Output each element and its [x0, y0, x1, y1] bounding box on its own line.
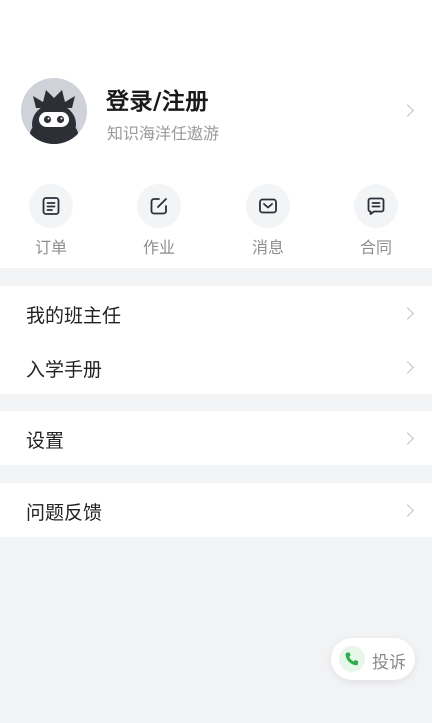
profile-login-entry[interactable]: 登录/注册 知识海洋任遨游	[0, 70, 432, 150]
menu-item-settings[interactable]: 设置	[0, 411, 432, 465]
complaint-button[interactable]: 投诉	[331, 638, 415, 680]
menu-item-label: 设置	[26, 430, 65, 452]
quick-action-messages[interactable]: 消息	[228, 184, 308, 260]
login-register-title[interactable]: 登录/注册	[106, 82, 209, 116]
mail-icon	[246, 184, 290, 228]
quick-action-label: 作业	[142, 238, 175, 257]
menu-item-label: 问题反馈	[26, 502, 103, 524]
chevron-right-icon	[401, 104, 414, 117]
menu-item-label: 我的班主任	[26, 305, 122, 327]
menu-card-settings: 设置	[0, 411, 432, 465]
order-list-icon	[29, 184, 73, 228]
contract-icon	[354, 184, 398, 228]
menu-item-head-teacher[interactable]: 我的班主任	[0, 286, 432, 340]
menu-card-primary: 我的班主任 入学手册	[0, 286, 432, 394]
quick-actions: 订单 作业 消息 合同	[0, 184, 432, 260]
phone-icon	[339, 646, 365, 672]
menu-item-enrollment-handbook[interactable]: 入学手册	[0, 340, 432, 394]
chevron-right-icon	[401, 307, 414, 320]
chevron-right-icon	[401, 432, 414, 445]
avatar[interactable]	[21, 78, 87, 144]
quick-action-contracts[interactable]: 合同	[336, 184, 416, 260]
chevron-right-icon	[401, 361, 414, 374]
quick-action-label: 合同	[359, 238, 392, 257]
menu-card-feedback: 问题反馈	[0, 483, 432, 537]
profile-subtitle: 知识海洋任遨游	[107, 124, 220, 143]
edit-icon	[137, 184, 181, 228]
quick-action-label: 订单	[34, 238, 67, 257]
complaint-label: 投诉	[372, 653, 406, 673]
ninja-avatar-icon	[21, 78, 87, 144]
menu-item-label: 入学手册	[26, 359, 103, 381]
quick-action-orders[interactable]: 订单	[11, 184, 91, 260]
chevron-right-icon	[401, 504, 414, 517]
quick-action-label: 消息	[251, 238, 284, 257]
menu-item-feedback[interactable]: 问题反馈	[0, 483, 432, 537]
quick-action-homework[interactable]: 作业	[119, 184, 199, 260]
